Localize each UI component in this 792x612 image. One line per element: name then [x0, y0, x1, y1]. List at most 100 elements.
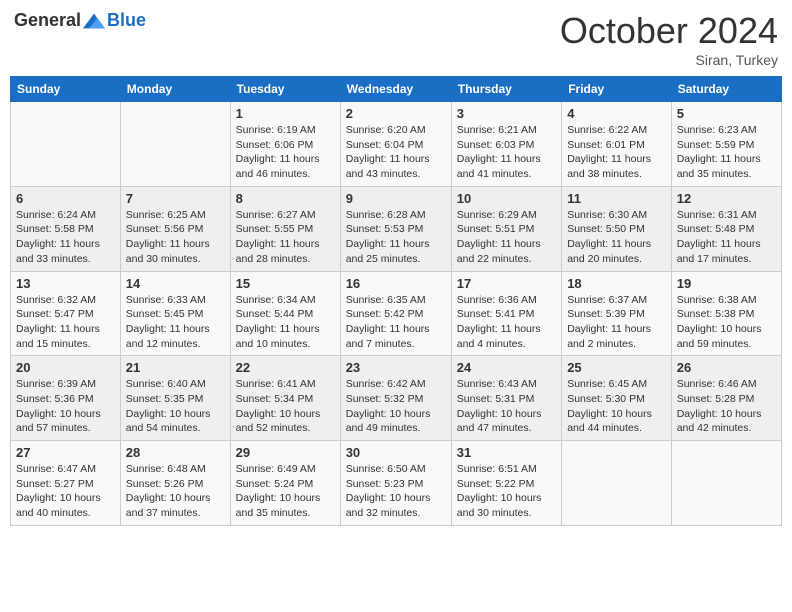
day-info: Sunrise: 6:21 AM Sunset: 6:03 PM Dayligh…	[457, 123, 556, 182]
weekday-header-row: SundayMondayTuesdayWednesdayThursdayFrid…	[11, 77, 782, 102]
calendar-week-row: 6Sunrise: 6:24 AM Sunset: 5:58 PM Daylig…	[11, 186, 782, 271]
day-number: 9	[346, 191, 446, 206]
calendar-cell: 16 Sunrise: 6:35 AM Sunset: 5:42 PM Dayli…	[340, 271, 451, 356]
day-number: 27	[16, 445, 115, 460]
day-number: 17	[457, 276, 556, 291]
day-number: 4	[567, 106, 666, 121]
calendar-cell: 13Sunrise: 6:32 AM Sunset: 5:47 PM Dayli…	[11, 271, 121, 356]
day-info: Sunrise: 6:48 AM Sunset: 5:26 PM Dayligh…	[126, 462, 225, 521]
day-number: 26	[677, 360, 776, 375]
calendar-cell: 10 Sunrise: 6:29 AM Sunset: 5:51 PM Dayli…	[451, 186, 561, 271]
day-info: Sunrise: 6:30 AM Sunset: 5:50 PM Dayligh…	[567, 208, 666, 267]
calendar-cell: 26 Sunrise: 6:46 AM Sunset: 5:28 PM Dayli…	[671, 356, 781, 441]
day-number: 23	[346, 360, 446, 375]
calendar-cell: 23 Sunrise: 6:42 AM Sunset: 5:32 PM Dayli…	[340, 356, 451, 441]
day-info: Sunrise: 6:20 AM Sunset: 6:04 PM Dayligh…	[346, 123, 446, 182]
weekday-header-cell: Thursday	[451, 77, 561, 102]
calendar-cell: 2 Sunrise: 6:20 AM Sunset: 6:04 PM Daylig…	[340, 102, 451, 187]
day-info: Sunrise: 6:34 AM Sunset: 5:44 PM Dayligh…	[236, 293, 335, 352]
calendar-cell: 7Sunrise: 6:25 AM Sunset: 5:56 PM Daylig…	[120, 186, 230, 271]
calendar-cell: 15 Sunrise: 6:34 AM Sunset: 5:44 PM Dayli…	[230, 271, 340, 356]
day-info: Sunrise: 6:46 AM Sunset: 5:28 PM Dayligh…	[677, 377, 776, 436]
day-number: 24	[457, 360, 556, 375]
calendar-cell: 3 Sunrise: 6:21 AM Sunset: 6:03 PM Daylig…	[451, 102, 561, 187]
day-number: 14	[126, 276, 225, 291]
day-info: Sunrise: 6:38 AM Sunset: 5:38 PM Dayligh…	[677, 293, 776, 352]
day-number: 21	[126, 360, 225, 375]
day-info: Sunrise: 6:42 AM Sunset: 5:32 PM Dayligh…	[346, 377, 446, 436]
calendar-cell: 31 Sunrise: 6:51 AM Sunset: 5:22 PM Dayli…	[451, 441, 561, 526]
calendar-cell: 14Sunrise: 6:33 AM Sunset: 5:45 PM Dayli…	[120, 271, 230, 356]
day-number: 22	[236, 360, 335, 375]
day-info: Sunrise: 6:32 AM Sunset: 5:47 PM Dayligh…	[16, 293, 115, 352]
calendar-week-row: 20 Sunrise: 6:39 AM Sunset: 5:36 PM Dayli…	[11, 356, 782, 441]
day-info: Sunrise: 6:50 AM Sunset: 5:23 PM Dayligh…	[346, 462, 446, 521]
day-number: 11	[567, 191, 666, 206]
day-info: Sunrise: 6:29 AM Sunset: 5:51 PM Dayligh…	[457, 208, 556, 267]
day-info: Sunrise: 6:47 AM Sunset: 5:27 PM Dayligh…	[16, 462, 115, 521]
calendar-cell: 5Sunrise: 6:23 AM Sunset: 5:59 PM Daylig…	[671, 102, 781, 187]
calendar-body: 1Sunrise: 6:19 AM Sunset: 6:06 PM Daylig…	[11, 102, 782, 526]
calendar-cell: 29 Sunrise: 6:49 AM Sunset: 5:24 PM Dayli…	[230, 441, 340, 526]
weekday-header-cell: Saturday	[671, 77, 781, 102]
calendar-week-row: 1Sunrise: 6:19 AM Sunset: 6:06 PM Daylig…	[11, 102, 782, 187]
weekday-header-cell: Tuesday	[230, 77, 340, 102]
calendar-cell: 17 Sunrise: 6:36 AM Sunset: 5:41 PM Dayli…	[451, 271, 561, 356]
calendar-cell	[562, 441, 672, 526]
day-number: 20	[16, 360, 115, 375]
day-info: Sunrise: 6:39 AM Sunset: 5:36 PM Dayligh…	[16, 377, 115, 436]
calendar-cell: 21Sunrise: 6:40 AM Sunset: 5:35 PM Dayli…	[120, 356, 230, 441]
day-number: 25	[567, 360, 666, 375]
calendar-cell: 25 Sunrise: 6:45 AM Sunset: 5:30 PM Dayli…	[562, 356, 672, 441]
day-info: Sunrise: 6:24 AM Sunset: 5:58 PM Dayligh…	[16, 208, 115, 267]
calendar-cell: 27 Sunrise: 6:47 AM Sunset: 5:27 PM Dayli…	[11, 441, 121, 526]
day-info: Sunrise: 6:49 AM Sunset: 5:24 PM Dayligh…	[236, 462, 335, 521]
calendar-cell: 9Sunrise: 6:28 AM Sunset: 5:53 PM Daylig…	[340, 186, 451, 271]
calendar-cell	[120, 102, 230, 187]
day-number: 31	[457, 445, 556, 460]
calendar-cell: 11 Sunrise: 6:30 AM Sunset: 5:50 PM Dayli…	[562, 186, 672, 271]
day-info: Sunrise: 6:35 AM Sunset: 5:42 PM Dayligh…	[346, 293, 446, 352]
calendar-cell: 18Sunrise: 6:37 AM Sunset: 5:39 PM Dayli…	[562, 271, 672, 356]
day-number: 2	[346, 106, 446, 121]
day-info: Sunrise: 6:19 AM Sunset: 6:06 PM Dayligh…	[236, 123, 335, 182]
logo: General Blue	[14, 10, 146, 31]
calendar-cell: 20 Sunrise: 6:39 AM Sunset: 5:36 PM Dayli…	[11, 356, 121, 441]
day-info: Sunrise: 6:27 AM Sunset: 5:55 PM Dayligh…	[236, 208, 335, 267]
calendar: SundayMondayTuesdayWednesdayThursdayFrid…	[10, 76, 782, 526]
day-number: 30	[346, 445, 446, 460]
logo-blue: Blue	[107, 10, 146, 31]
day-number: 15	[236, 276, 335, 291]
calendar-week-row: 13Sunrise: 6:32 AM Sunset: 5:47 PM Dayli…	[11, 271, 782, 356]
logo-icon	[83, 12, 105, 30]
page-header: General Blue October 2024 Siran, Turkey	[10, 10, 782, 68]
day-number: 3	[457, 106, 556, 121]
calendar-cell	[11, 102, 121, 187]
day-number: 16	[346, 276, 446, 291]
calendar-cell: 8 Sunrise: 6:27 AM Sunset: 5:55 PM Daylig…	[230, 186, 340, 271]
day-info: Sunrise: 6:23 AM Sunset: 5:59 PM Dayligh…	[677, 123, 776, 182]
day-info: Sunrise: 6:45 AM Sunset: 5:30 PM Dayligh…	[567, 377, 666, 436]
calendar-cell: 4Sunrise: 6:22 AM Sunset: 6:01 PM Daylig…	[562, 102, 672, 187]
day-number: 29	[236, 445, 335, 460]
weekday-header-cell: Sunday	[11, 77, 121, 102]
day-info: Sunrise: 6:37 AM Sunset: 5:39 PM Dayligh…	[567, 293, 666, 352]
day-info: Sunrise: 6:51 AM Sunset: 5:22 PM Dayligh…	[457, 462, 556, 521]
calendar-cell: 12Sunrise: 6:31 AM Sunset: 5:48 PM Dayli…	[671, 186, 781, 271]
calendar-week-row: 27 Sunrise: 6:47 AM Sunset: 5:27 PM Dayli…	[11, 441, 782, 526]
calendar-cell: 19 Sunrise: 6:38 AM Sunset: 5:38 PM Dayli…	[671, 271, 781, 356]
weekday-header-cell: Friday	[562, 77, 672, 102]
calendar-cell: 24Sunrise: 6:43 AM Sunset: 5:31 PM Dayli…	[451, 356, 561, 441]
calendar-cell: 6Sunrise: 6:24 AM Sunset: 5:58 PM Daylig…	[11, 186, 121, 271]
title-block: October 2024 Siran, Turkey	[560, 10, 778, 68]
day-number: 8	[236, 191, 335, 206]
calendar-cell: 1Sunrise: 6:19 AM Sunset: 6:06 PM Daylig…	[230, 102, 340, 187]
logo-general: General	[14, 10, 81, 31]
day-info: Sunrise: 6:36 AM Sunset: 5:41 PM Dayligh…	[457, 293, 556, 352]
month-title: October 2024	[560, 10, 778, 52]
day-info: Sunrise: 6:31 AM Sunset: 5:48 PM Dayligh…	[677, 208, 776, 267]
day-number: 10	[457, 191, 556, 206]
day-info: Sunrise: 6:41 AM Sunset: 5:34 PM Dayligh…	[236, 377, 335, 436]
day-number: 7	[126, 191, 225, 206]
day-number: 19	[677, 276, 776, 291]
